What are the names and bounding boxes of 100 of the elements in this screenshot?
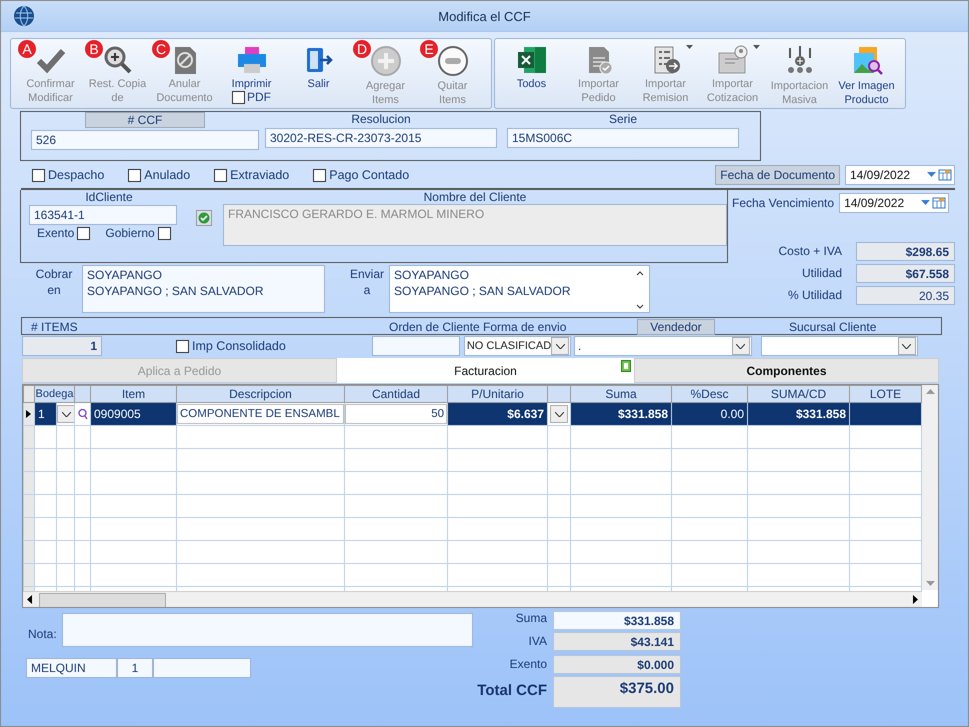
field-label: Utilidad	[800, 266, 842, 280]
value-field: $67.558	[856, 264, 955, 282]
checkbox-label: Exento	[37, 226, 74, 240]
dropdown[interactable]: .	[574, 336, 752, 356]
checkbox[interactable]	[313, 168, 326, 182]
checkbox[interactable]	[214, 168, 228, 182]
total-label: Exento	[508, 657, 547, 671]
address-field[interactable]: SOYAPANGO SOYAPANGO ; SAN SALVADOR	[389, 265, 650, 313]
table-cell: 0.00	[672, 402, 748, 426]
value-field: 20.35	[856, 286, 955, 304]
magnifier-icon	[102, 45, 132, 75]
window-title: Modifica el CCF	[438, 8, 531, 24]
checkbox[interactable]	[32, 168, 45, 182]
table-cell: $331.858	[570, 402, 672, 426]
field-label: # CCF	[85, 112, 205, 128]
column-header[interactable]: Suma	[570, 386, 672, 402]
field-label: # ITEMS	[31, 320, 78, 334]
checkbox-label: PDF	[247, 90, 271, 104]
scrollbar[interactable]	[23, 591, 922, 607]
document-icon	[621, 360, 631, 372]
table-cell: 1	[34, 402, 56, 426]
total-value: $331.858	[553, 611, 681, 630]
step-badge: C	[152, 40, 170, 58]
checkbox[interactable]	[232, 90, 245, 104]
column-header[interactable]: %Desc	[672, 386, 748, 402]
checkbox[interactable]	[77, 226, 90, 240]
dropdown-button[interactable]	[58, 405, 74, 423]
checkbox-label: Extraviado	[230, 168, 290, 182]
verified-icon[interactable]	[196, 210, 212, 226]
total-value: $0.000	[553, 655, 681, 674]
toolbar-button[interactable]: Ver Imagen Producto	[833, 39, 900, 107]
text-field[interactable]: 526	[31, 130, 259, 150]
field-label: IdCliente	[84, 190, 134, 204]
calendar-icon[interactable]	[926, 169, 952, 181]
checkbox-label: Pago Contado	[329, 168, 410, 182]
checkbox-label: Gobierno	[105, 226, 155, 240]
total-value: $43.141	[553, 632, 681, 651]
envelope-icon	[716, 45, 748, 75]
value-field: $298.65	[856, 242, 955, 260]
globe-icon	[13, 5, 35, 27]
field-label: % Utilidad	[786, 288, 842, 302]
dropdown-button[interactable]	[550, 405, 568, 423]
chevron-icon[interactable]	[902, 344, 912, 348]
checkbox-label: Imp Consolidado	[192, 339, 286, 353]
checkbox-label: Despacho	[48, 168, 104, 182]
note-field[interactable]	[62, 613, 473, 647]
field-label: Costo + IVA	[778, 244, 842, 258]
field-label: Resolucion	[351, 112, 411, 126]
total-label: IVA	[528, 634, 547, 648]
calendar-icon[interactable]	[920, 197, 946, 209]
tab[interactable]: Facturacion	[337, 358, 634, 383]
field-label: Sucursal Cliente	[789, 320, 876, 334]
address-field[interactable]: SOYAPANGO SOYAPANGO ; SAN SALVADOR	[82, 265, 325, 313]
checkbox[interactable]	[128, 168, 142, 182]
table-cell: 0909005	[90, 402, 176, 426]
arrow-right-icon[interactable]	[913, 595, 918, 604]
field-label: Cobrar en	[34, 266, 74, 298]
field-label: Orden de Cliente	[389, 320, 480, 334]
date-picker[interactable]: 14/09/2022	[845, 165, 955, 185]
table-cell[interactable]: 50	[346, 404, 446, 424]
text-field[interactable]: 15MS006C	[507, 128, 739, 148]
tab[interactable]: Componentes	[634, 358, 939, 383]
toolbar-button[interactable]: Todos	[498, 39, 565, 91]
column-header[interactable]: Descripcion	[176, 386, 344, 402]
checkbox[interactable]	[176, 340, 189, 352]
chevron-icon[interactable]	[556, 344, 565, 348]
field-label: Vendedor	[637, 319, 715, 335]
total-label: Total CCF	[476, 682, 547, 699]
column-header[interactable]: Bodega	[34, 386, 74, 402]
toolbar-button[interactable]: Salir	[285, 39, 352, 91]
date-picker[interactable]: 14/09/2022	[839, 193, 950, 213]
text-field[interactable]	[372, 336, 460, 356]
step-badge: B	[85, 40, 103, 58]
field-label: Nombre del Cliente	[422, 190, 528, 204]
total-value: $375.00	[553, 676, 681, 708]
arrow-left-icon[interactable]	[27, 595, 32, 604]
field-label: Serie	[608, 112, 637, 126]
column-header[interactable]: SUMA/CD	[748, 386, 850, 402]
minus-icon	[436, 45, 468, 77]
search-icon[interactable]	[78, 408, 88, 420]
table-cell[interactable]: COMPONENTE DE ENSAMBL	[178, 404, 344, 424]
dropdown[interactable]: NO CLASIFICAD	[464, 336, 571, 356]
total-label: Suma	[514, 611, 547, 625]
row-pointer-icon	[26, 410, 31, 418]
spreadsheet-icon	[516, 45, 548, 75]
toolbar-button[interactable]: Imprimir	[218, 39, 285, 91]
column-header[interactable]: Cantidad	[344, 386, 448, 402]
scrollbar-thumb[interactable]	[39, 593, 166, 607]
chevron-icon[interactable]	[62, 412, 70, 416]
column-header[interactable]: Item	[90, 386, 176, 402]
printer-icon	[236, 45, 268, 75]
chevron-icon[interactable]	[736, 344, 746, 348]
text-field[interactable]: 163541-1	[29, 205, 177, 225]
table-row[interactable]: 1 0909005 COMPONENTE DE ENSAMBL 50 $6.637 $331.858 0.00 $331.858	[24, 402, 922, 426]
checkbox[interactable]	[158, 226, 171, 240]
step-badge: D	[353, 40, 371, 58]
chevron-icon[interactable]	[554, 412, 564, 416]
column-header[interactable]: LOTE	[850, 386, 922, 402]
text-field[interactable]: 30202-RES-CR-23073-2015	[265, 128, 497, 148]
column-header[interactable]: P/Unitario	[448, 386, 548, 402]
